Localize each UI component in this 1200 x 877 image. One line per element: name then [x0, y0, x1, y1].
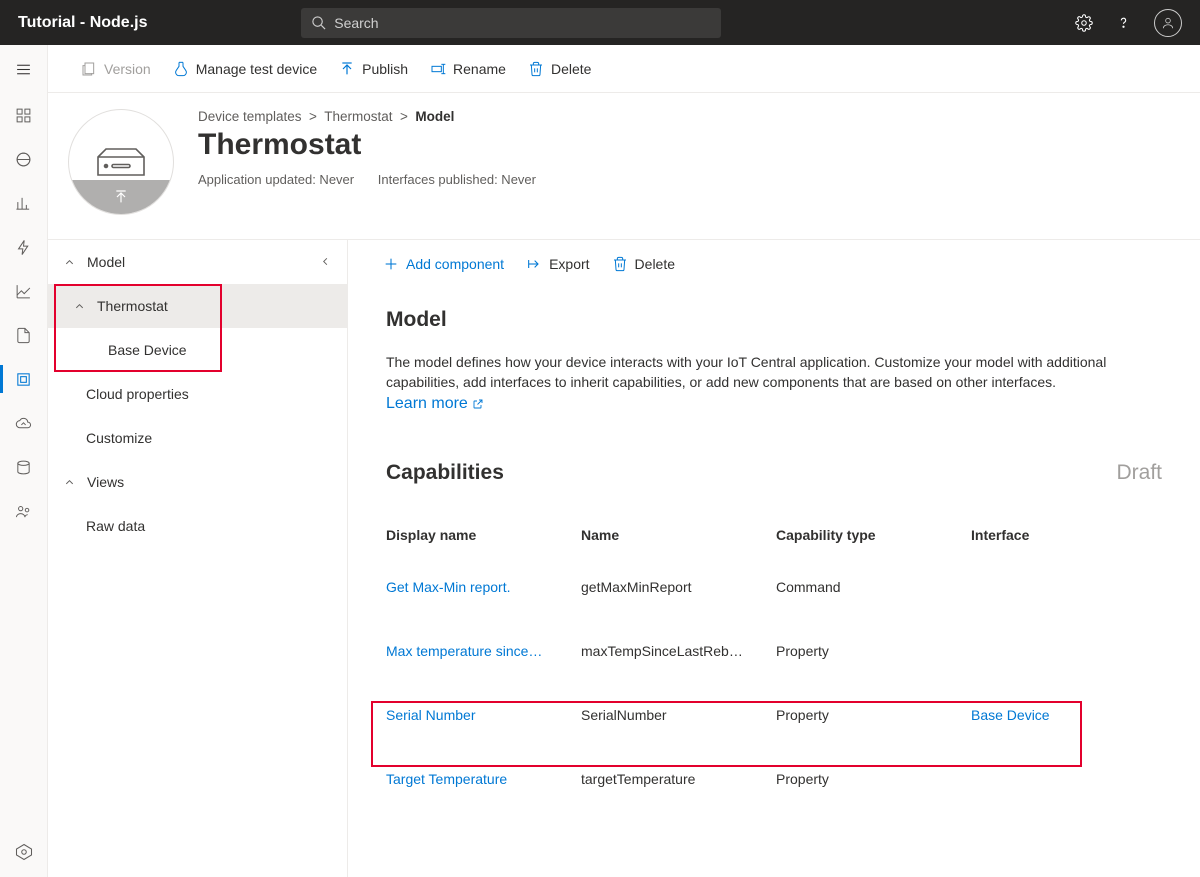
publish-button[interactable]: Publish [328, 45, 419, 92]
help-icon[interactable] [1115, 14, 1132, 31]
tree-views[interactable]: Views [48, 460, 347, 504]
template-avatar[interactable] [68, 109, 174, 215]
rail-cloud[interactable] [0, 401, 48, 445]
delete-button[interactable]: Delete [517, 45, 602, 92]
search-box[interactable] [301, 8, 721, 38]
tree-root-model[interactable]: Model [48, 240, 347, 284]
collapse-tree-icon[interactable] [320, 254, 331, 270]
user-avatar[interactable] [1154, 9, 1182, 37]
model-description: The model defines how your device intera… [386, 352, 1146, 393]
crumb-thermostat[interactable]: Thermostat [324, 109, 392, 124]
section-title-model: Model [386, 308, 1162, 332]
tree-cloud-properties[interactable]: Cloud properties [48, 372, 347, 416]
app-updated-label: Application updated: Never [198, 172, 354, 187]
settings-icon[interactable] [1075, 14, 1093, 32]
upload-icon[interactable] [69, 180, 173, 214]
table-header: Display name Name Capability type Interf… [386, 509, 1162, 555]
chevron-up-icon [64, 477, 75, 488]
external-link-icon [472, 398, 484, 410]
rail-chart[interactable] [0, 269, 48, 313]
rail-iot-icon[interactable] [0, 843, 47, 861]
topbar: Tutorial - Node.js [0, 0, 1200, 45]
search-input[interactable] [334, 15, 711, 31]
rail-files[interactable] [0, 313, 48, 357]
crumb-current: Model [415, 109, 454, 124]
col-display-name: Display name [386, 527, 581, 543]
model-tree: Model Thermostat Base Device Cloud prope… [48, 240, 348, 877]
rename-button[interactable]: Rename [419, 45, 517, 92]
rail-device-templates[interactable] [0, 357, 48, 401]
rail-storage[interactable] [0, 445, 48, 489]
table-row[interactable]: Max temperature since… maxTempSinceLastR… [386, 619, 1162, 683]
tree-raw-data[interactable]: Raw data [48, 504, 347, 548]
col-name: Name [581, 527, 776, 543]
model-command-bar: Add component Export Delete [348, 240, 1200, 288]
rail-admin[interactable] [0, 489, 48, 533]
tree-customize[interactable]: Customize [48, 416, 347, 460]
rail-devices[interactable] [0, 137, 48, 181]
crumb-templates[interactable]: Device templates [198, 109, 302, 124]
manage-test-device-button[interactable]: Manage test device [162, 45, 328, 92]
capabilities-table: Display name Name Capability type Interf… [386, 509, 1162, 811]
page-header: Device templates > Thermostat > Model Th… [48, 93, 1200, 239]
learn-more-link[interactable]: Learn more [386, 395, 484, 413]
breadcrumb: Device templates > Thermostat > Model [198, 109, 536, 124]
command-bar: Version Manage test device Publish Renam… [48, 45, 1200, 93]
add-component-button[interactable]: Add component [372, 240, 515, 288]
highlight-box [371, 701, 1082, 767]
interfaces-published-label: Interfaces published: Never [378, 172, 536, 187]
left-rail [0, 45, 48, 877]
col-type: Capability type [776, 527, 971, 543]
section-title-capabilities: Capabilities [386, 461, 504, 485]
table-row[interactable]: Get Max-Min report. getMaxMinReport Comm… [386, 555, 1162, 619]
search-icon [311, 15, 326, 30]
highlight-box [54, 284, 222, 372]
model-delete-button[interactable]: Delete [601, 240, 686, 288]
hamburger-button[interactable] [0, 45, 48, 93]
app-title: Tutorial - Node.js [18, 14, 147, 32]
status-badge: Draft [1116, 461, 1162, 485]
export-button[interactable]: Export [515, 240, 600, 288]
version-button: Version [70, 45, 162, 92]
col-interface: Interface [971, 527, 1162, 543]
rail-analytics[interactable] [0, 181, 48, 225]
rail-dashboard[interactable] [0, 93, 48, 137]
chevron-up-icon [64, 257, 75, 268]
page-title: Thermostat [198, 128, 536, 162]
rail-rules[interactable] [0, 225, 48, 269]
